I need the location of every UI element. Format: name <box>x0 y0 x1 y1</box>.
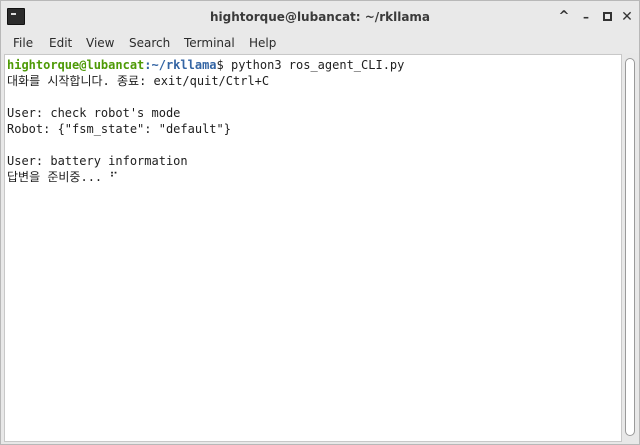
terminal-window: hightorque@lubancat: ~/rkllama ^ – ✕ Fil… <box>0 0 640 445</box>
menu-search[interactable]: Search <box>129 36 170 50</box>
prompt-user: hightorque@lubancat <box>7 58 145 72</box>
scrollbar-thumb[interactable] <box>625 58 635 436</box>
output-line: Robot: {"fsm_state": "default"} <box>7 122 231 136</box>
menu-help[interactable]: Help <box>249 36 276 50</box>
shade-button[interactable]: ^ <box>556 9 572 25</box>
window-title: hightorque@lubancat: ~/rkllama <box>209 10 431 24</box>
menu-bar: File Edit View Search Terminal Help <box>1 33 639 53</box>
scrollbar[interactable] <box>623 54 639 442</box>
maximize-icon <box>602 12 612 21</box>
minimize-button[interactable]: – <box>578 9 594 25</box>
menu-edit[interactable]: Edit <box>49 36 72 50</box>
output-line: User: battery information <box>7 154 188 168</box>
menu-terminal[interactable]: Terminal <box>184 36 235 50</box>
close-button[interactable]: ✕ <box>619 9 635 25</box>
output-line: 대화를 시작합니다. 종료: exit/quit/Ctrl+C <box>7 74 270 88</box>
prompt-line: hightorque@lubancat:~/rkllama$ python3 r… <box>7 57 404 73</box>
output-line: User: check robot's mode <box>7 106 181 120</box>
prompt-command: $ python3 ros_agent_CLI.py <box>216 58 405 72</box>
output-line: 답변을 준비중... ⠋ <box>7 170 119 184</box>
terminal-output[interactable]: hightorque@lubancat:~/rkllama$ python3 r… <box>4 54 622 442</box>
prompt-path: :~/rkllama <box>144 58 217 72</box>
menu-file[interactable]: File <box>13 36 33 50</box>
title-bar[interactable]: hightorque@lubancat: ~/rkllama ^ – ✕ <box>1 1 639 33</box>
menu-view[interactable]: View <box>86 36 114 50</box>
maximize-button[interactable] <box>599 9 615 25</box>
